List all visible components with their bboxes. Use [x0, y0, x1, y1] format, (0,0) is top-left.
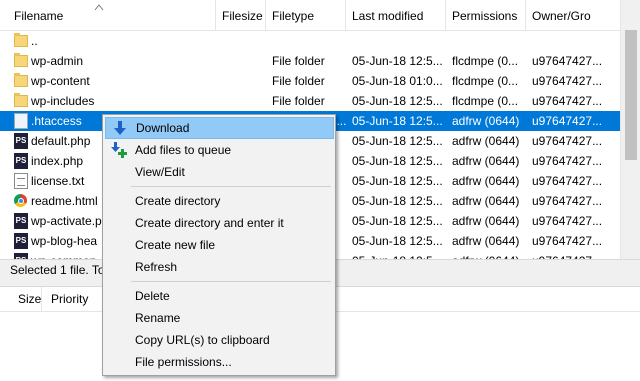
- file-row[interactable]: wp-content File folder 05-Jun-18 01:0... fl…: [0, 71, 620, 91]
- menu-item-create-directory-enter[interactable]: Create directory and enter it: [105, 212, 334, 234]
- menu-item-download[interactable]: Download: [105, 117, 334, 139]
- chrome-icon: [14, 194, 27, 207]
- php-file-icon: PS: [14, 213, 28, 229]
- menu-separator: [131, 186, 331, 187]
- sort-ascending-icon: [94, 4, 104, 11]
- text-file-icon: [14, 173, 28, 189]
- cell-permissions: flcdmpe (0...: [452, 54, 519, 68]
- menu-item-refresh[interactable]: Refresh: [105, 256, 334, 278]
- cell-permissions: adfrw (0644): [452, 134, 520, 148]
- status-text: Selected 1 file. To: [10, 263, 105, 277]
- column-filesize[interactable]: Filesize: [216, 0, 266, 30]
- cell-filename: wp-admin: [31, 54, 84, 68]
- menu-item-rename[interactable]: Rename: [105, 307, 334, 329]
- cell-filetype: [272, 31, 346, 51]
- cell-permissions: adfrw (0644): [452, 154, 520, 168]
- cell-owner-group: u97647427...: [532, 74, 603, 88]
- cell-owner-group: [532, 31, 618, 51]
- cell-last-modified: 05-Jun-18 01:0...: [352, 74, 443, 88]
- scrollbar-thumb[interactable]: [625, 30, 637, 160]
- cell-last-modified: 05-Jun-18 12:5...: [352, 174, 443, 188]
- column-permissions[interactable]: Permissions: [446, 0, 526, 30]
- cell-last-modified: 05-Jun-18 12:5...: [352, 94, 443, 108]
- cell-owner-group: u97647427...: [532, 194, 603, 208]
- cell-last-modified: 05-Jun-18 12:5...: [352, 114, 443, 128]
- cell-filename: wp-includes: [31, 94, 95, 108]
- cell-owner-group: u97647427...: [532, 234, 603, 248]
- generic-file-icon: [14, 113, 28, 129]
- cell-last-modified: 05-Jun-18 12:5...: [352, 194, 443, 208]
- cell-last-modified: 05-Jun-18 12:5...: [352, 134, 443, 148]
- cell-owner-group: u97647427...: [532, 114, 603, 128]
- php-file-icon: PS: [14, 133, 28, 149]
- cell-filename: wp-content: [31, 74, 90, 88]
- file-row[interactable]: wp-includes File folder 05-Jun-18 12:5... f…: [0, 91, 620, 111]
- cell-owner-group: u97647427...: [532, 134, 603, 148]
- cell-last-modified: 05-Jun-18 12:5...: [352, 154, 443, 168]
- vertical-scrollbar[interactable]: [620, 0, 640, 260]
- cell-permissions: adfrw (0644): [452, 174, 520, 188]
- cell-owner-group: u97647427...: [532, 154, 603, 168]
- file-list-header: Filename Filesize Filetype Last modified…: [0, 0, 620, 31]
- queue-column-size[interactable]: Size: [0, 287, 42, 311]
- menu-separator: [131, 281, 331, 282]
- file-row[interactable]: wp-admin File folder 05-Jun-18 12:5... flcd…: [0, 51, 620, 71]
- cell-permissions: adfrw (0644): [452, 114, 520, 128]
- cell-filename: ..: [31, 34, 38, 48]
- cell-last-modified: 05-Jun-18 12:5...: [352, 54, 443, 68]
- column-last-modified[interactable]: Last modified: [346, 0, 446, 30]
- cell-permissions: adfrw (0644): [452, 214, 520, 228]
- php-file-icon: PS: [14, 153, 28, 169]
- menu-item-create-new-file[interactable]: Create new file: [105, 234, 334, 256]
- menu-item-create-directory[interactable]: Create directory: [105, 190, 334, 212]
- cell-filetype: File folder: [272, 54, 325, 68]
- cell-filesize: [216, 51, 262, 71]
- cell-owner-group: u97647427...: [532, 174, 603, 188]
- cell-permissions: adfrw (0644): [452, 234, 520, 248]
- folder-icon: [14, 53, 28, 67]
- cell-last-modified: 05-Jun-18 12:5...: [352, 214, 443, 228]
- cell-permissions: adfrw (0644): [452, 194, 520, 208]
- cell-filetype: File folder: [272, 94, 325, 108]
- menu-item-view-edit[interactable]: View/Edit: [105, 161, 334, 183]
- folder-icon: [14, 73, 28, 87]
- folder-icon: [14, 33, 28, 47]
- column-filetype[interactable]: Filetype: [266, 0, 346, 30]
- menu-item-copy-url[interactable]: Copy URL(s) to clipboard: [105, 329, 334, 351]
- cell-filesize: [216, 91, 262, 111]
- cell-filesize: [216, 71, 262, 91]
- php-file-icon: PS: [14, 233, 28, 249]
- context-menu: Download Add files to queue View/Edit Cr…: [102, 114, 336, 376]
- download-icon: [114, 121, 126, 135]
- cell-filesize: [216, 31, 262, 51]
- column-filename[interactable]: Filename: [0, 0, 216, 30]
- cell-owner-group: u97647427...: [532, 94, 603, 108]
- cell-permissions: flcdmpe (0...: [452, 94, 519, 108]
- cell-owner-group: u97647427...: [532, 214, 603, 228]
- add-to-queue-icon: [111, 142, 127, 158]
- cell-owner-group: u97647427...: [532, 54, 603, 68]
- cell-permissions: flcdmpe (0...: [452, 74, 519, 88]
- file-row[interactable]: ..: [0, 31, 620, 51]
- menu-item-delete[interactable]: Delete: [105, 285, 334, 307]
- cell-filetype: File folder: [272, 74, 325, 88]
- menu-item-file-permissions[interactable]: File permissions...: [105, 351, 334, 373]
- folder-icon: [14, 93, 28, 107]
- cell-last-modified: [352, 31, 446, 51]
- cell-last-modified: 05-Jun-18 12:5...: [352, 234, 443, 248]
- cell-permissions: [452, 31, 526, 51]
- menu-item-add-to-queue[interactable]: Add files to queue: [105, 139, 334, 161]
- column-owner-group[interactable]: Owner/Gro: [526, 0, 620, 30]
